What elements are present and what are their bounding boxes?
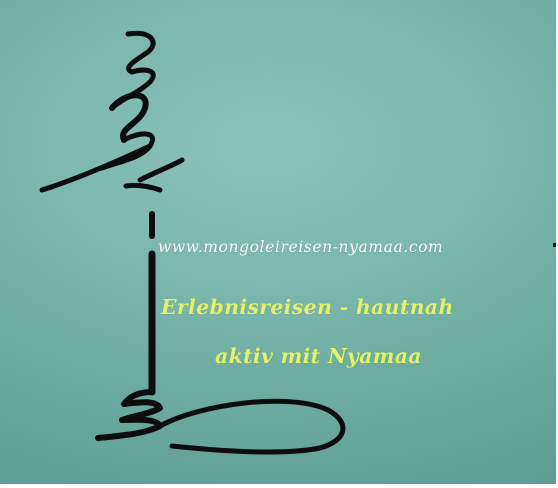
calligraphy-bottom-loop — [119, 389, 163, 423]
tagline-line-1: Erlebnisreisen - hautnah — [161, 295, 454, 319]
calligraphy-tail — [157, 398, 346, 455]
tagline-line-2: aktiv mit Nyamaa — [215, 344, 422, 368]
edge-mark — [553, 243, 556, 247]
calligraphy-top-loop — [125, 30, 156, 75]
calligraphy-right-flourish — [123, 157, 185, 193]
website-url: www.mongoleireisen-nyamaa.com — [158, 238, 444, 256]
banner: www.mongoleireisen-nyamaa.com Erlebnisre… — [0, 0, 556, 484]
calligraphy-bottom-swash — [95, 416, 163, 441]
